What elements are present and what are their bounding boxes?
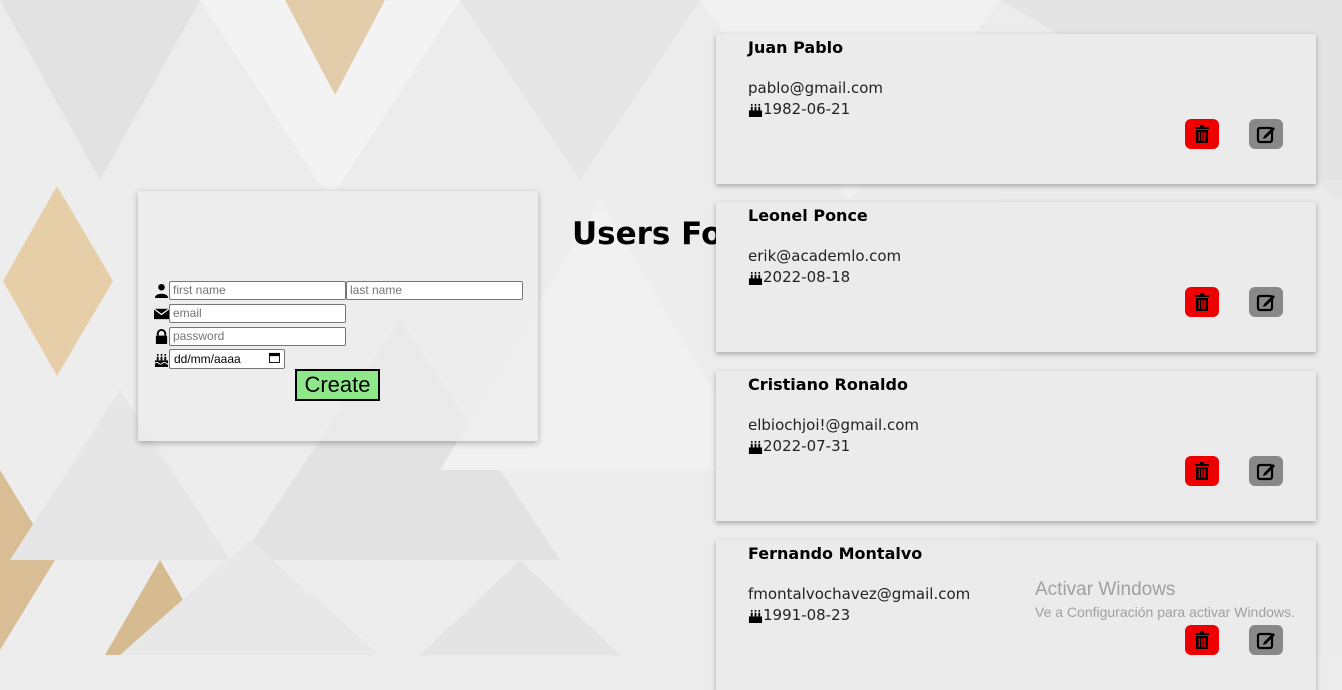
- delete-user-button[interactable]: [1185, 287, 1219, 317]
- envelope-icon: [153, 305, 169, 321]
- edit-icon: [1256, 294, 1275, 312]
- trash-icon: [1195, 125, 1209, 143]
- user-icon: [153, 282, 169, 298]
- user-name: Leonel Ponce: [748, 206, 868, 225]
- user-email: fmontalvochavez@gmail.com: [748, 585, 971, 603]
- user-birthday-value: 2022-07-31: [763, 437, 851, 455]
- edit-user-button[interactable]: [1249, 287, 1283, 317]
- email-row: [153, 302, 346, 324]
- edit-user-button[interactable]: [1249, 119, 1283, 149]
- windows-activation-subtitle: Ve a Configuración para activar Windows.: [1035, 604, 1295, 620]
- edit-icon: [1256, 632, 1275, 650]
- trash-icon: [1195, 293, 1209, 311]
- date-placeholder: dd/mm/aaaa: [174, 352, 241, 366]
- user-card: Leonel Ponce erik@academlo.com 2022-08-1…: [716, 202, 1316, 352]
- birthday-cake-icon: [748, 609, 763, 623]
- user-birthday: 1991-08-23: [748, 606, 850, 624]
- user-birthday: 2022-07-31: [748, 437, 850, 455]
- user-name: Fernando Montalvo: [748, 544, 923, 563]
- edit-icon: [1256, 463, 1275, 481]
- user-email: erik@academlo.com: [748, 247, 902, 265]
- user-email: elbiochjoi!@gmail.com: [748, 416, 920, 434]
- trash-icon: [1195, 631, 1209, 649]
- user-birthday-value: 1991-08-23: [763, 606, 851, 624]
- user-card: Cristiano Ronaldo elbiochjoi!@gmail.com …: [716, 371, 1316, 521]
- edit-user-button[interactable]: [1249, 625, 1283, 655]
- user-card: Juan Pablo pablo@gmail.com 1982-06-21: [716, 34, 1316, 184]
- first-name-input[interactable]: [169, 280, 346, 300]
- birthday-row: dd/mm/aaaa: [153, 348, 285, 370]
- delete-user-button[interactable]: [1185, 625, 1219, 655]
- calendar-icon[interactable]: [269, 352, 280, 366]
- trash-icon: [1195, 462, 1209, 480]
- windows-activation-watermark: Activar Windows Ve a Configuración para …: [1035, 579, 1295, 623]
- user-birthday: 1982-06-21: [748, 100, 850, 118]
- windows-activation-title: Activar Windows: [1035, 579, 1176, 600]
- birthday-cake-icon: [153, 351, 169, 367]
- user-name: Cristiano Ronaldo: [748, 375, 908, 394]
- edit-user-button[interactable]: [1249, 456, 1283, 486]
- birthday-cake-icon: [748, 271, 763, 285]
- birthday-cake-icon: [748, 440, 763, 454]
- user-name: Juan Pablo: [748, 38, 844, 57]
- user-birthday-value: 1982-06-21: [763, 100, 851, 118]
- user-email: pablo@gmail.com: [748, 79, 884, 97]
- birthday-date-input[interactable]: dd/mm/aaaa: [169, 349, 285, 369]
- name-row: [153, 279, 523, 301]
- lock-icon: [153, 328, 169, 344]
- password-input[interactable]: [169, 326, 346, 346]
- user-birthday: 2022-08-18: [748, 268, 850, 286]
- password-row: [153, 325, 346, 347]
- user-birthday-value: 2022-08-18: [763, 268, 851, 286]
- delete-user-button[interactable]: [1185, 119, 1219, 149]
- edit-icon: [1256, 126, 1275, 144]
- delete-user-button[interactable]: [1185, 456, 1219, 486]
- email-input[interactable]: [169, 303, 346, 323]
- create-button[interactable]: Create: [295, 369, 380, 401]
- last-name-input[interactable]: [346, 280, 523, 300]
- birthday-cake-icon: [748, 103, 763, 117]
